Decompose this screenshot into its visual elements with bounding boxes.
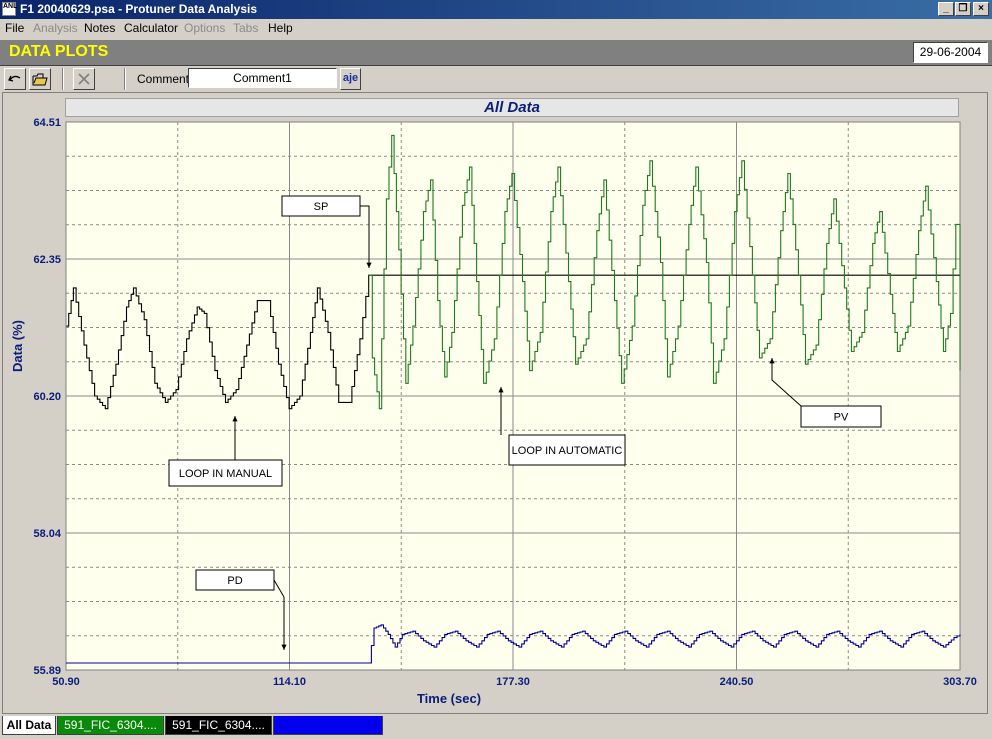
annotation-label: LOOP IN AUTOMATIC [512,445,623,457]
x-axis-label: Time (sec) [417,691,481,706]
annotation-label: LOOP IN MANUAL [179,468,272,480]
tab-series-1[interactable]: 591_FIC_6304.... [57,716,164,735]
x-tick-label: 240.50 [720,676,754,688]
annotation-label: PD [227,575,242,587]
tab-series-2[interactable]: 591_FIC_6304.... [165,716,272,735]
data-chart: 50.90 114.10 177.30 240.50 303.70 55.89 58.04 6… [10,117,977,706]
x-tick-label: 50.90 [52,676,80,688]
tab-all-data[interactable]: All Data [2,716,56,735]
y-tick-label: 64.51 [33,117,61,129]
x-tick-label: 177.30 [496,676,530,688]
y-axis-label: Data (%) [10,320,25,372]
tab-strip: All Data 591_FIC_6304.... 591_FIC_6304..… [0,714,992,739]
x-tick-label: 114.10 [273,676,306,688]
y-tick-label: 60.20 [33,391,61,403]
annotation-label: PV [834,412,849,424]
y-tick-label: 62.35 [33,254,61,266]
x-tick-label: 303.70 [943,676,977,688]
y-tick-label: 58.04 [33,528,61,540]
y-tick-label: 55.89 [33,665,61,677]
annotation-label: SP [314,201,329,213]
tab-series-3[interactable]: 591_FIC_6304.... [273,716,383,735]
